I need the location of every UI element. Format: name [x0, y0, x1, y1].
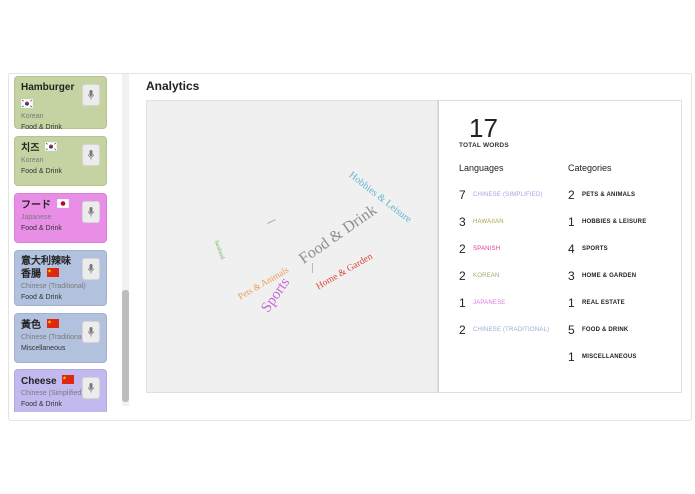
category-row: 4 SPORTS: [568, 242, 608, 256]
word-category: Food & Drink: [21, 168, 62, 176]
word-card-food-japanese[interactable]: フード Japanese Food & Drink: [14, 193, 107, 243]
cloud-tiny-mark: [312, 263, 313, 273]
mic-button[interactable]: [82, 201, 100, 223]
page-title: Analytics: [146, 79, 200, 93]
language-row: 7 CHINESE (SIMPLIFIED): [459, 188, 543, 202]
language-row: 1 JAPANESE: [459, 296, 506, 310]
total-words-count: 17: [469, 113, 498, 143]
cloud-tiny-mark: [267, 219, 276, 224]
microphone-icon: [88, 150, 94, 160]
word-card-hamburger[interactable]: Hamburger Korean Food & Drink: [14, 76, 107, 131]
language-row: 3 HAWAIIAN: [459, 215, 504, 229]
cn-flag-icon: [62, 375, 75, 388]
cloud-word-home-garden: Home & Garden: [314, 251, 375, 293]
mic-button[interactable]: [82, 321, 100, 343]
category-row: 3 HOME & GARDEN: [568, 269, 637, 283]
stats-panel: 17 TOTAL WORDS Languages Categories 7 CHI…: [438, 100, 682, 393]
language-row: 2 SPANISH: [459, 242, 501, 256]
scrollbar-thumb[interactable]: [122, 290, 129, 402]
mic-button[interactable]: [82, 258, 100, 280]
microphone-icon: [88, 383, 94, 393]
microphone-icon: [88, 327, 94, 337]
word-language: Chinese (Traditional): [21, 283, 86, 291]
kr-flag-icon: [44, 141, 58, 155]
category-row: 1 MISCELLANEOUS: [568, 350, 637, 364]
categories-heading: Categories: [568, 163, 612, 173]
mic-button[interactable]: [82, 84, 100, 106]
word-card-cheese-korean[interactable]: 치즈 Korean Food & Drink: [14, 136, 107, 186]
word-card-yellow[interactable]: 黃色 Chinese (Traditional) Miscellaneous: [14, 313, 107, 363]
word-category: Food & Drink: [21, 401, 62, 409]
total-words-label: TOTAL WORDS: [459, 142, 509, 149]
microphone-icon: [88, 207, 94, 217]
mic-button[interactable]: [82, 377, 100, 399]
cn-flag-icon: [46, 319, 59, 332]
mic-button[interactable]: [82, 144, 100, 166]
category-row: 1 REAL ESTATE: [568, 296, 625, 310]
microphone-icon: [88, 264, 94, 274]
word-list[interactable]: Hamburger Korean Food & Drink 치즈 Korean …: [14, 74, 110, 412]
cn-flag-icon: [46, 268, 59, 281]
word-category: Food & Drink: [21, 124, 62, 131]
word-card-cheese-chinese[interactable]: Cheese Chinese (Simplified) Food & Drink: [14, 369, 107, 412]
jp-flag-icon: [56, 198, 70, 212]
language-row: 2 KOREAN: [459, 269, 500, 283]
category-row: 5 FOOD & DRINK: [568, 323, 629, 337]
word-category: Miscellaneous: [21, 345, 66, 353]
microphone-icon: [88, 90, 94, 100]
category-row: 1 HOBBIES & LEISURE: [568, 215, 647, 229]
word-text: 意大利辣味香腸: [21, 256, 71, 281]
language-row: 2 CHINESE (TRADITIONAL): [459, 323, 550, 337]
cloud-word-seafood: Seafood: [212, 239, 226, 261]
word-card-pepperoni[interactable]: 意大利辣味香腸 Chinese (Traditional) Food & Dri…: [14, 250, 107, 306]
word-category: Food & Drink: [21, 225, 62, 233]
word-category: Food & Drink: [21, 294, 62, 302]
category-row: 2 PETS & ANIMALS: [568, 188, 636, 202]
languages-heading: Languages: [459, 163, 504, 173]
word-cloud: Food & Drink Hobbies & Leisure Pets & An…: [146, 100, 438, 393]
word-language: Korean: [21, 113, 44, 120]
word-list-scrollbar[interactable]: [122, 74, 129, 406]
